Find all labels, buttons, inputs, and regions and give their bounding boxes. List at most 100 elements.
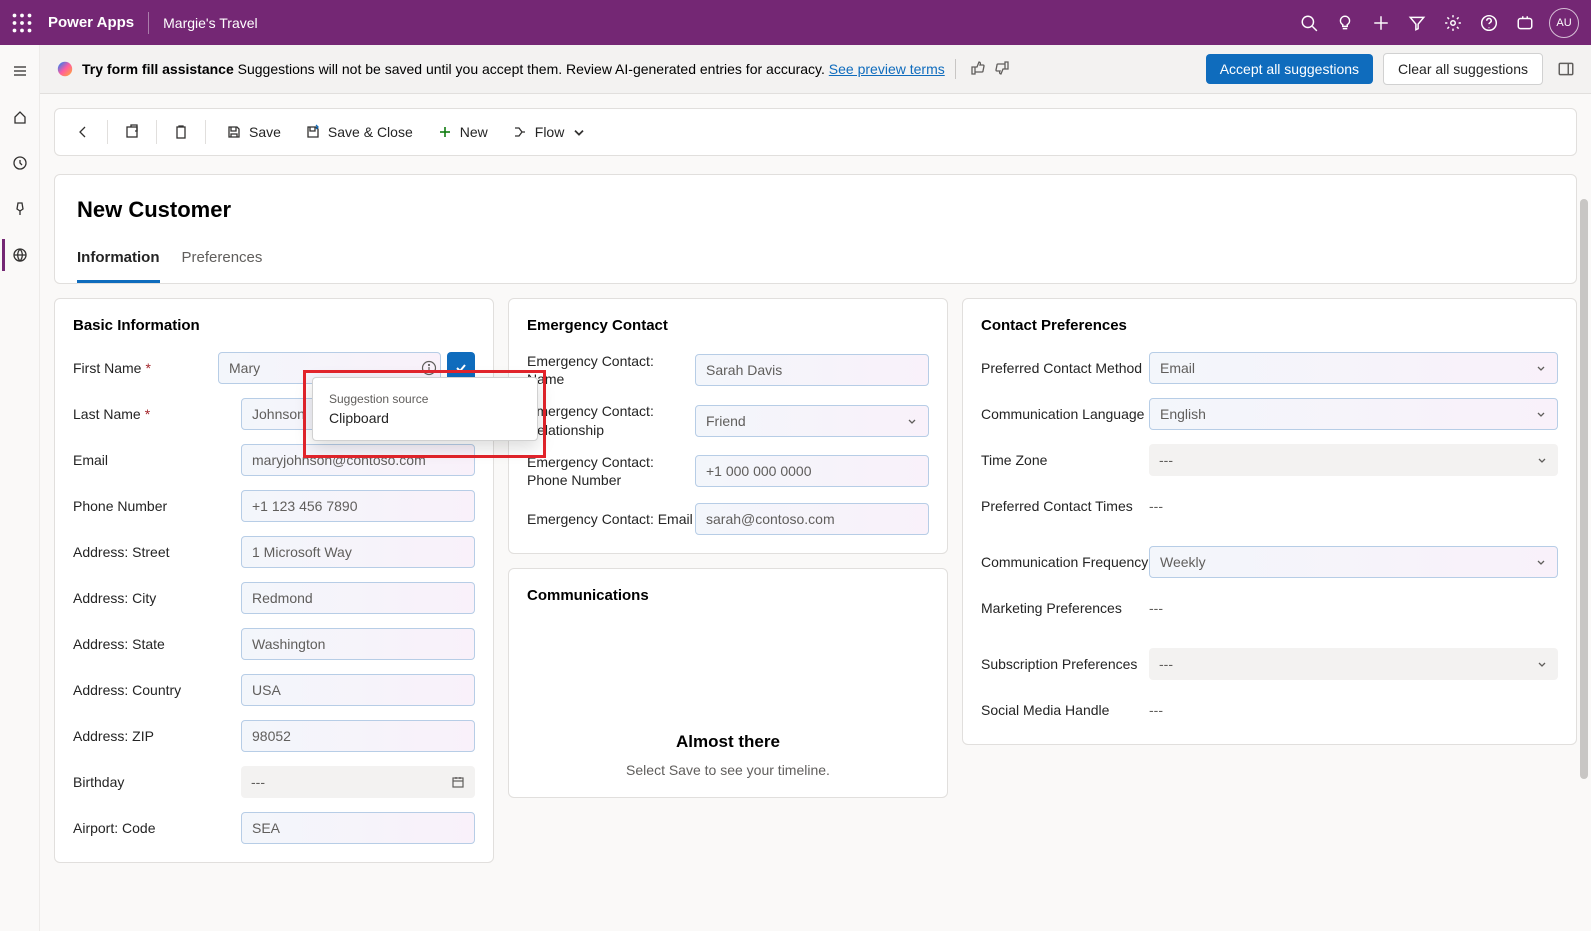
global-header: Power Apps Margie's Travel AU [0,0,1591,45]
section-title: Basic Information [73,317,475,334]
globe-icon[interactable] [2,239,34,271]
frequency-select[interactable]: Weekly [1149,546,1558,578]
tab-preferences[interactable]: Preferences [182,249,263,283]
main-area: Try form fill assistance Suggestions wil… [40,45,1591,931]
city-input[interactable] [241,582,475,614]
birthday-input[interactable]: --- [241,766,475,798]
field-phone: Phone Number [73,490,475,522]
timeline-empty-state: Almost there Select Save to see your tim… [527,622,929,778]
field-country: Address: Country [73,674,475,706]
state-input[interactable] [241,628,475,660]
copilot-icon [56,60,74,78]
field-frequency: Communication Frequency Weekly [981,546,1558,578]
preview-terms-link[interactable]: See preview terms [829,61,945,77]
field-ec-email: Emergency Contact: Email [527,503,929,535]
chevron-down-icon [1535,362,1547,374]
field-email: Email [73,444,475,476]
page-header: New Customer Information Preferences [54,174,1577,284]
accept-all-button[interactable]: Accept all suggestions [1206,54,1373,84]
ec-name-input[interactable] [695,354,929,386]
communications-card: Communications Almost there Select Save … [508,568,948,798]
email-input[interactable] [241,444,475,476]
field-state: Address: State [73,628,475,660]
lightbulb-icon[interactable] [1327,5,1363,41]
thumbs-down-icon[interactable] [994,60,1010,79]
timezone-select[interactable]: --- [1149,444,1558,476]
subscription-select[interactable]: --- [1149,648,1558,680]
tab-information[interactable]: Information [77,249,160,283]
calendar-icon [451,775,465,789]
assistant-icon[interactable] [1507,5,1543,41]
recent-icon[interactable] [4,147,36,179]
chevron-down-icon [906,415,918,427]
command-bar: Save Save & Close New Flow [54,108,1577,156]
form-tabs: Information Preferences [77,249,1554,283]
pin-icon[interactable] [4,193,36,225]
header-divider [148,12,149,34]
filter-icon[interactable] [1399,5,1435,41]
ec-phone-input[interactable] [695,455,929,487]
help-icon[interactable] [1471,5,1507,41]
open-new-window-icon[interactable] [118,118,146,146]
field-airport: Airport: Code [73,812,475,844]
save-close-button[interactable]: Save & Close [295,118,423,146]
section-title: Contact Preferences [981,317,1558,334]
clipboard-icon[interactable] [167,118,195,146]
zip-input[interactable] [241,720,475,752]
environment-name[interactable]: Margie's Travel [163,15,257,31]
home-icon[interactable] [4,101,36,133]
contact-preferences-card: Contact Preferences Preferred Contact Me… [962,298,1577,745]
clear-all-button[interactable]: Clear all suggestions [1383,53,1543,85]
section-title: Emergency Contact [527,317,929,334]
add-icon[interactable] [1363,5,1399,41]
content-scroll[interactable]: New Customer Information Preferences Bas… [40,156,1591,931]
ec-email-input[interactable] [695,503,929,535]
contact-method-select[interactable]: Email [1149,352,1558,384]
thumbs-up-icon[interactable] [970,60,986,79]
section-title: Communications [527,587,929,604]
flow-button[interactable]: Flow [502,118,598,146]
scrollbar[interactable] [1580,199,1588,921]
info-icon[interactable] [421,360,437,376]
field-contact-times: Preferred Contact Times --- [981,490,1558,522]
contact-times-value[interactable]: --- [1149,498,1163,514]
field-marketing: Marketing Preferences --- [981,592,1558,624]
save-button[interactable]: Save [216,118,291,146]
gear-icon[interactable] [1435,5,1471,41]
field-city: Address: City [73,582,475,614]
callout-value: Clipboard [329,410,521,426]
phone-input[interactable] [241,490,475,522]
field-language: Communication Language English [981,398,1558,430]
app-name: Power Apps [48,14,134,31]
field-ec-relationship: Emergency Contact: Relationship Friend [527,402,929,438]
search-icon[interactable] [1291,5,1327,41]
social-value[interactable]: --- [1149,702,1163,718]
back-button[interactable] [69,118,97,146]
language-select[interactable]: English [1149,398,1558,430]
panel-toggle-icon[interactable] [1557,60,1575,78]
chevron-down-icon [1536,454,1548,466]
infobar-message: Suggestions will not be saved until you … [234,61,829,77]
user-avatar[interactable]: AU [1549,8,1579,38]
field-birthday: Birthday --- [73,766,475,798]
suggestion-infobar: Try form fill assistance Suggestions wil… [40,45,1591,94]
new-button[interactable]: New [427,118,498,146]
airport-input[interactable] [241,812,475,844]
field-social: Social Media Handle --- [981,694,1558,726]
street-input[interactable] [241,536,475,568]
field-subscription: Subscription Preferences --- [981,648,1558,680]
country-input[interactable] [241,674,475,706]
required-indicator: * [145,359,150,377]
suggestion-source-callout: Suggestion source Clipboard [312,377,538,441]
ec-relationship-select[interactable]: Friend [695,405,929,437]
app-launcher-icon[interactable] [12,13,32,33]
marketing-value[interactable]: --- [1149,600,1163,616]
emergency-contact-card: Emergency Contact Emergency Contact: Nam… [508,298,948,554]
field-zip: Address: ZIP [73,720,475,752]
field-ec-name: Emergency Contact: Name [527,352,929,388]
field-contact-method: Preferred Contact Method Email [981,352,1558,384]
hamburger-icon[interactable] [4,55,36,87]
chevron-down-icon [1535,408,1547,420]
chevron-down-icon [1536,658,1548,670]
field-street: Address: Street [73,536,475,568]
